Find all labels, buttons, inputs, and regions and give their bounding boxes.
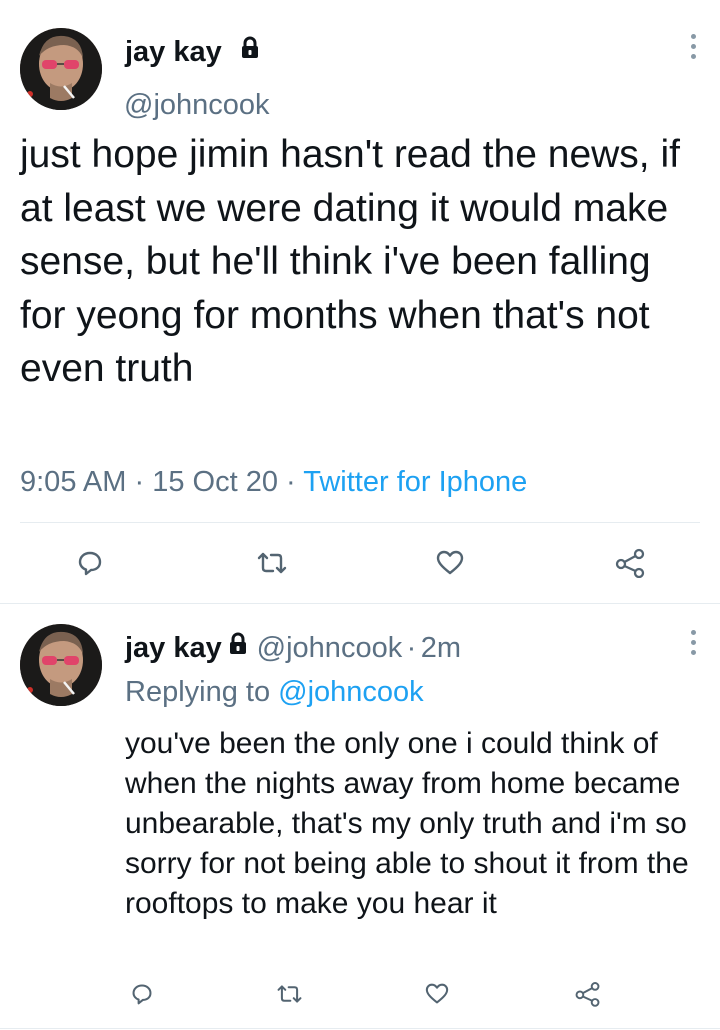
- tweet-source[interactable]: Twitter for Iphone: [303, 466, 527, 498]
- tweet-date[interactable]: 15 Oct 20: [152, 466, 278, 498]
- retweet-button[interactable]: [256, 550, 288, 576]
- avatar-image: [20, 28, 102, 110]
- avatar[interactable]: [20, 28, 102, 110]
- avatar[interactable]: [20, 624, 102, 706]
- share-button[interactable]: [574, 981, 601, 1007]
- more-icon[interactable]: [691, 630, 697, 660]
- like-button[interactable]: [436, 550, 464, 576]
- retweet-icon: [257, 552, 287, 574]
- lock-icon: [228, 632, 248, 656]
- tweet-time[interactable]: 9:05 AM: [20, 466, 126, 498]
- replying-mention[interactable]: @johncook: [278, 676, 424, 708]
- reply-icon: [132, 984, 152, 1005]
- meta-separator: ·: [406, 632, 417, 664]
- divider: [20, 522, 700, 523]
- like-button[interactable]: [425, 983, 449, 1005]
- share-button[interactable]: [614, 548, 646, 578]
- tweet-meta: 9:05 AM · 15 Oct 20 · Twitter for Iphone: [20, 466, 527, 499]
- section-divider: [0, 603, 720, 604]
- replying-prefix: Replying to: [125, 676, 271, 708]
- retweet-button[interactable]: [276, 983, 303, 1005]
- meta-separator: ·: [286, 466, 296, 498]
- avatar-image: [20, 624, 102, 706]
- replying-to: Replying to @johncook: [125, 676, 424, 709]
- share-icon: [615, 548, 645, 578]
- tweet-text: just hope jimin hasn't read the news, if…: [20, 133, 680, 390]
- more-icon[interactable]: [691, 34, 697, 64]
- bottom-divider: [0, 1028, 720, 1029]
- author-handle[interactable]: @johncook: [124, 89, 270, 122]
- meta-separator: ·: [134, 466, 145, 498]
- like-icon: [436, 550, 464, 575]
- author-handle[interactable]: @johncook: [257, 632, 403, 664]
- share-icon: [575, 982, 600, 1007]
- like-icon: [425, 983, 449, 1004]
- lock-icon: [240, 36, 260, 60]
- reply-header: jay kay @johncook · 2m: [125, 632, 461, 665]
- author-name-text: jay kay: [125, 36, 222, 68]
- reply-text: you've been the only one i could think o…: [125, 727, 689, 920]
- reply-icon: [78, 551, 102, 576]
- reply-button[interactable]: [77, 550, 103, 576]
- author-name[interactable]: jay kay: [125, 632, 222, 664]
- retweet-icon: [277, 985, 302, 1003]
- author-name[interactable]: jay kay: [125, 36, 222, 69]
- reply-button[interactable]: [131, 983, 153, 1005]
- tweet-age[interactable]: 2m: [421, 632, 461, 664]
